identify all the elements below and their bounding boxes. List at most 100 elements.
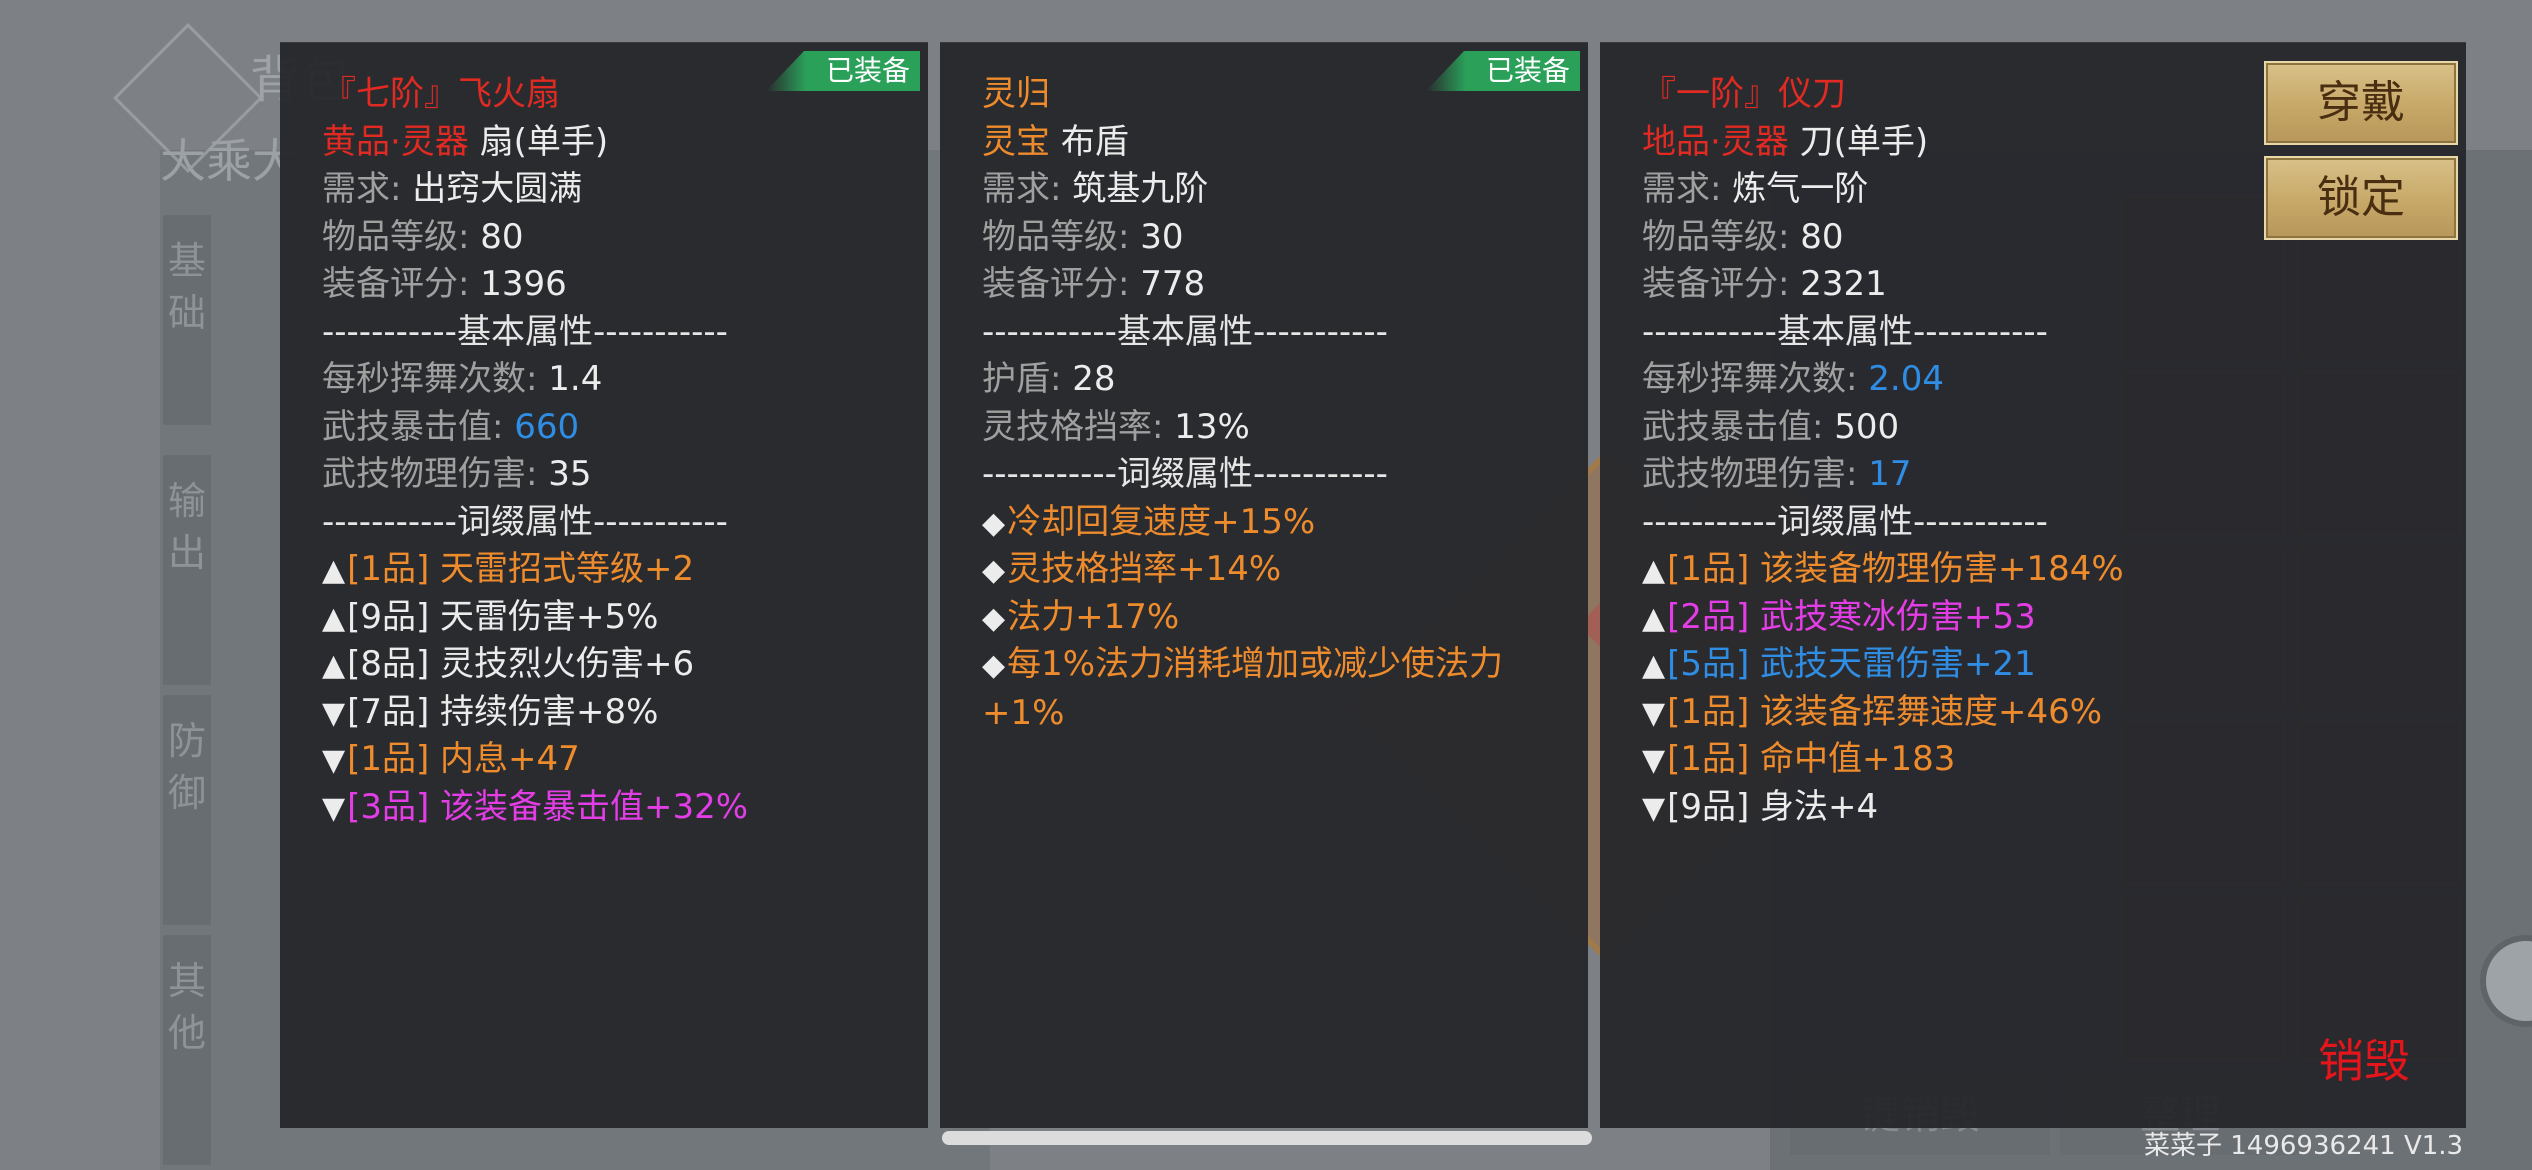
tooltip-line: 灵宝 布盾 — [982, 119, 1528, 167]
destroy-button[interactable]: 销毁 — [2318, 1025, 2410, 1091]
tooltip-text: 炼气一阶 — [1732, 169, 1869, 209]
tooltip-text: 物品等级: — [322, 216, 481, 257]
tooltip-line: 需求: 出窍大圆满 — [322, 166, 908, 214]
tooltip-text: [5品] 武技天雷伤害+21 — [1667, 644, 2036, 684]
tooltip-text: 武技暴击值: — [322, 406, 515, 447]
tooltip-line: 每秒挥舞次数: 1.4 — [322, 356, 908, 404]
tooltip-text: 80 — [1800, 216, 1844, 257]
tooltip-line: 武技物理伤害: 35 — [322, 451, 908, 499]
down-triangle-icon: ▼ — [1642, 695, 1666, 731]
tooltip-line: -----------基本属性----------- — [982, 309, 1528, 357]
tooltip-text: [9品] 身法+4 — [1667, 786, 1879, 827]
tooltip-text: -----------词缀属性----------- — [322, 501, 728, 542]
tooltip-text: 660 — [514, 406, 580, 447]
tooltip-text: -----------基本属性----------- — [1642, 311, 2048, 352]
tooltip-line: ▼[1品] 该装备挥舞速度+46% — [1642, 689, 2446, 737]
tooltip-text: 1.4 — [548, 359, 603, 399]
background-category-basic: 基础 — [163, 215, 211, 425]
tooltip-text: 28 — [1072, 359, 1116, 399]
tooltip-text: 2.04 — [1868, 359, 1944, 399]
tooltip-line: 装备评分: 778 — [982, 261, 1528, 309]
horizontal-scrollbar[interactable] — [942, 1131, 1592, 1145]
tooltip-text: 物品等级: — [982, 216, 1141, 257]
tooltip-text: 灵技格挡率: — [982, 406, 1175, 447]
tooltip-line: 灵技格挡率: 13% — [982, 404, 1528, 452]
tooltip-line: -----------基本属性----------- — [1642, 309, 2446, 357]
wear-button[interactable]: 穿戴 — [2264, 61, 2458, 145]
tooltip-text: 每1%法力消耗增加或减少使法力+1% — [982, 644, 1504, 733]
tooltip-line: 装备评分: 2321 — [1642, 261, 2446, 309]
tooltip-text: 武技物理伤害: — [322, 454, 549, 494]
tooltip-text: 500 — [1834, 406, 1900, 447]
tooltip-line: ◆法力+17% — [982, 594, 1528, 642]
background-category-other: 其他 — [163, 935, 211, 1165]
tooltip-text: 地品·灵器 — [1642, 121, 1800, 162]
tooltip-text: [9品] 天雷伤害+5% — [347, 596, 659, 637]
tooltip-line: ▼[1品] 命中值+183 — [1642, 736, 2446, 784]
version-label: 菜菜子 1496936241 V1.3 — [2144, 1131, 2464, 1161]
tooltip-line: 物品等级: 30 — [982, 214, 1528, 262]
item-tooltip-lines: 『七阶』飞火扇 黄品·灵器 扇(单手) 需求: 出窍大圆满 物品等级: 80 装备评分:… — [322, 71, 908, 831]
tooltip-text: 80 — [480, 216, 524, 257]
tooltip-text: 需求: — [1642, 169, 1733, 209]
tooltip-text: 装备评分: — [322, 264, 481, 304]
up-triangle-icon: ▲ — [322, 553, 346, 588]
tooltip-line: 每秒挥舞次数: 2.04 — [1642, 356, 2446, 404]
tooltip-text: [7品] 持续伤害+8% — [347, 691, 659, 732]
tooltip-text: 每秒挥舞次数: — [322, 359, 549, 399]
tooltip-text: -----------词缀属性----------- — [982, 454, 1388, 494]
tooltip-text: 筑基九阶 — [1072, 169, 1209, 209]
tooltip-text: 灵归 — [982, 74, 1050, 114]
tooltip-line: ◆灵技格挡率+14% — [982, 546, 1528, 594]
background-subtitle: 大乘大 — [160, 134, 298, 188]
tooltip-text: 17 — [1868, 454, 1912, 494]
tooltip-text: 布盾 — [1060, 121, 1129, 162]
up-triangle-icon: ▲ — [322, 648, 346, 683]
tooltip-text: 2321 — [1800, 264, 1887, 304]
tooltip-text: [1品] 天雷招式等级+2 — [347, 549, 695, 589]
tooltip-text: 法力+17% — [1007, 596, 1180, 637]
background-category-output: 输出 — [163, 455, 211, 685]
tooltip-text: [2品] 武技寒冰伤害+53 — [1667, 596, 2036, 637]
tooltip-line: 武技物理伤害: 17 — [1642, 451, 2446, 499]
down-triangle-icon: ▼ — [1642, 743, 1666, 778]
tooltip-line: 护盾: 28 — [982, 356, 1528, 404]
tooltip-text: [8品] 灵技烈火伤害+6 — [347, 644, 695, 684]
tooltip-line: ▲[1品] 该装备物理伤害+184% — [1642, 546, 2446, 594]
tooltip-line: -----------词缀属性----------- — [322, 499, 908, 547]
lock-button[interactable]: 锁定 — [2264, 156, 2458, 240]
tooltip-line: ◆每1%法力消耗增加或减少使法力+1% — [982, 641, 1528, 737]
down-triangle-icon: ▼ — [322, 743, 346, 778]
tooltip-line: ▼[3品] 该装备暴击值+32% — [322, 784, 908, 832]
tooltip-text: 需求: — [322, 169, 413, 209]
diamond-bullet-icon: ◆ — [982, 600, 1006, 636]
tooltip-text: 灵宝 — [982, 121, 1061, 162]
diamond-bullet-icon: ◆ — [982, 505, 1006, 541]
tooltip-line: ▼[7品] 持续伤害+8% — [322, 689, 908, 737]
tooltip-text: 装备评分: — [1642, 264, 1801, 304]
tooltip-line: 武技暴击值: 660 — [322, 404, 908, 452]
up-triangle-icon: ▲ — [1642, 553, 1666, 588]
tooltip-text: 出窍大圆满 — [412, 169, 583, 209]
tooltip-text: 冷却回复速度+15% — [1007, 501, 1316, 542]
tooltip-text: 装备评分: — [982, 264, 1141, 304]
tooltip-text: 13% — [1174, 406, 1250, 447]
tooltip-line: ▲[8品] 灵技烈火伤害+6 — [322, 641, 908, 689]
tooltip-text: 30 — [1140, 216, 1184, 257]
tooltip-text: 物品等级: — [1642, 216, 1801, 257]
item-tooltip-card-1: 已装备 『七阶』飞火扇 黄品·灵器 扇(单手) 需求: 出窍大圆满 物品等级: 80 装… — [280, 42, 928, 1128]
tooltip-line: -----------基本属性----------- — [322, 309, 908, 357]
tooltip-line: ▲[5品] 武技天雷伤害+21 — [1642, 641, 2446, 689]
down-triangle-icon: ▼ — [322, 790, 346, 826]
diamond-bullet-icon: ◆ — [982, 553, 1006, 588]
item-tooltip-lines: 灵归 灵宝 布盾 需求: 筑基九阶 物品等级: 30 装备评分: 778 --------… — [982, 71, 1528, 737]
tooltip-text: 扇(单手) — [479, 121, 609, 162]
tooltip-line: 灵归 — [982, 71, 1528, 119]
tooltip-text: 护盾: — [982, 359, 1073, 399]
tooltip-line: 黄品·灵器 扇(单手) — [322, 119, 908, 167]
tooltip-text: 35 — [548, 454, 592, 494]
tooltip-text: -----------基本属性----------- — [982, 311, 1388, 352]
tooltip-line: 装备评分: 1396 — [322, 261, 908, 309]
tooltip-text: [1品] 内息+47 — [347, 739, 580, 779]
tooltip-text: [1品] 命中值+183 — [1667, 739, 1956, 779]
